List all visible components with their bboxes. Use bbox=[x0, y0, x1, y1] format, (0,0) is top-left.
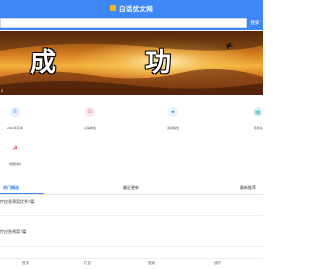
category-label: 心得体会 bbox=[83, 126, 96, 130]
category-item-nianzhong[interactable]: ▤ 年终总 bbox=[243, 107, 273, 133]
category-item-huodong[interactable]: ✦ 活动策划 bbox=[158, 107, 188, 133]
divider bbox=[0, 215, 263, 216]
document-icon: ≡ bbox=[13, 109, 17, 115]
divider bbox=[0, 246, 263, 247]
category-label: 活动策划 bbox=[166, 126, 179, 130]
party-emblem-icon: ☭ bbox=[12, 145, 18, 152]
site-title[interactable]: 白话优文网 bbox=[119, 3, 153, 13]
category-label: 年终总 bbox=[253, 126, 263, 130]
article-link[interactable]: 疗应急预案优秀7篇 bbox=[0, 199, 34, 205]
chart-icon: ▤ bbox=[255, 109, 261, 116]
category-item-dangtuan[interactable]: ☭ 党团材料 bbox=[0, 143, 30, 169]
nav-columns[interactable]: 栏目 bbox=[84, 261, 91, 266]
category-item-xinde[interactable]: ☺ 心得体会 bbox=[75, 107, 105, 133]
nav-profile[interactable]: 我的 bbox=[214, 261, 221, 266]
banner-text: 成 功 bbox=[30, 47, 212, 78]
app-header: 白话优文网 bbox=[0, 0, 263, 16]
book-icon bbox=[110, 5, 116, 11]
lightbulb-icon: ✦ bbox=[170, 109, 176, 116]
tab-recent[interactable]: 最近更新 bbox=[123, 182, 139, 193]
category-label: 2021年高考 bbox=[7, 126, 23, 130]
smile-icon: ☺ bbox=[86, 109, 94, 115]
tab-hot[interactable]: 热门精选 bbox=[3, 182, 19, 193]
nav-home[interactable]: 首页 bbox=[22, 261, 29, 266]
nav-search[interactable]: 搜索 bbox=[148, 261, 155, 266]
active-tab-indicator bbox=[0, 193, 44, 194]
category-label: 党团材料 bbox=[8, 162, 21, 166]
hero-banner[interactable]: 成 功 2 bbox=[0, 31, 263, 95]
bottom-nav: 首页 栏目 搜索 我的 bbox=[0, 258, 263, 269]
search-input[interactable] bbox=[0, 18, 247, 28]
tab-recommended[interactable]: 最新推荐 bbox=[240, 182, 256, 193]
search-bar: 搜索 bbox=[0, 16, 263, 30]
search-button[interactable]: 搜索 bbox=[247, 18, 263, 28]
banner-caption: 2 bbox=[1, 88, 4, 93]
article-link[interactable]: 疗应急预案7篇 bbox=[0, 229, 26, 235]
category-item-gaokao[interactable]: ≡ 2021年高考 bbox=[0, 107, 30, 133]
